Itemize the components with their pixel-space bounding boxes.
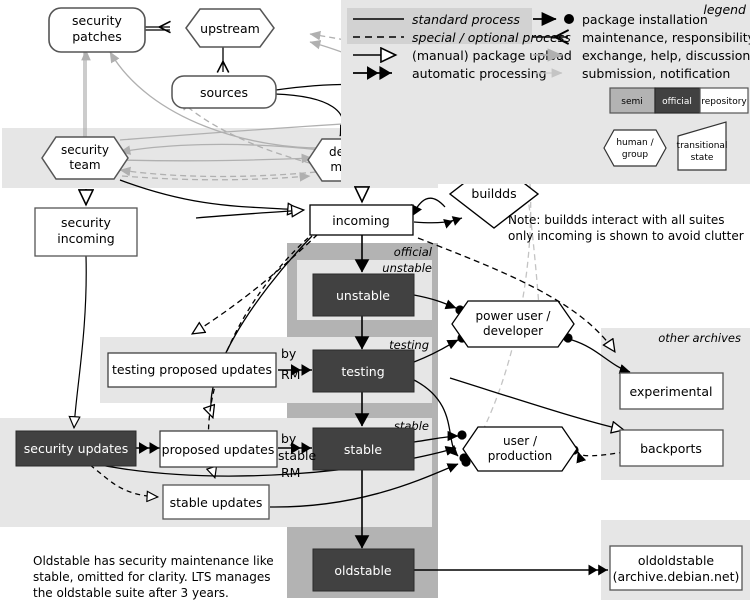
diagram-canvas: packaging official unstable testing stab… xyxy=(0,0,750,600)
node-oldoldstable-line1: oldoldstable xyxy=(638,553,715,568)
node-incoming[interactable]: incoming xyxy=(309,204,414,236)
legend-label-package-installation: package installation xyxy=(582,12,708,27)
region-official-label: official xyxy=(394,245,433,259)
note-buildds-line2: only incoming is shown to avoid clutter xyxy=(508,229,744,243)
node-security-updates-label: security updates xyxy=(24,441,128,456)
debian-package-flow-diagram: packaging official unstable testing stab… xyxy=(0,0,750,600)
node-security-team-line2: team xyxy=(69,158,100,172)
node-security-patches-line1: security xyxy=(72,13,123,28)
note-buildds: Note: buildds interact with all suites o… xyxy=(508,213,744,243)
label-by-rm-2: RM xyxy=(281,367,300,382)
note-oldstable-line3: the oldstable suite after 3 years. xyxy=(33,586,229,600)
node-testing-proposed-updates[interactable]: testing proposed updates xyxy=(107,352,277,388)
node-buildds-label: buildds xyxy=(471,186,516,201)
node-security-incoming-line2: incoming xyxy=(57,231,114,246)
node-oldoldstable-line2: (archive.debian.net) xyxy=(613,569,740,584)
node-oldstable-label: oldstable xyxy=(334,563,392,578)
note-oldstable-line1: Oldstable has security maintenance like xyxy=(33,554,274,568)
node-testing-label: testing xyxy=(341,364,384,379)
node-power-user-developer[interactable]: power user / developer xyxy=(451,300,575,348)
note-oldstable-line2: stable, omitted for clarity. LTS manages xyxy=(33,570,271,584)
legend-swatch-official-label: official xyxy=(662,97,692,107)
node-experimental-label: experimental xyxy=(630,384,713,399)
label-by-stable-rm-2: stable xyxy=(278,448,316,463)
node-experimental[interactable]: experimental xyxy=(619,372,724,410)
node-security-patches[interactable]: security patches xyxy=(48,7,146,53)
node-power-user-line1: power user / xyxy=(476,309,552,323)
node-backports[interactable]: backports xyxy=(619,429,724,467)
node-unstable-label: unstable xyxy=(336,288,390,303)
node-user-production[interactable]: user / production xyxy=(462,426,578,472)
node-incoming-label: incoming xyxy=(332,213,389,228)
node-stable-updates[interactable]: stable updates xyxy=(162,484,270,520)
node-testing-proposed-updates-label: testing proposed updates xyxy=(112,362,272,377)
legend-title: legend xyxy=(703,2,746,17)
legend-shape-human-group: human / group xyxy=(603,129,667,167)
legend-label-automatic-processing: automatic processing xyxy=(412,66,547,81)
note-oldstable: Oldstable has security maintenance like … xyxy=(33,554,274,600)
region-unstable-label: unstable xyxy=(382,261,432,275)
node-user-production-line1: user / xyxy=(503,434,538,448)
label-by-rm-1: by xyxy=(281,346,297,361)
label-by-stable-rm-3: RM xyxy=(281,465,300,480)
legend: legend standard process special / option… xyxy=(341,0,750,184)
node-oldstable[interactable]: oldstable xyxy=(312,548,415,592)
legend-swatches: semi official repository xyxy=(609,87,749,114)
node-upstream-label: upstream xyxy=(200,21,260,36)
node-oldoldstable[interactable]: oldoldstable (archive.debian.net) xyxy=(609,545,743,591)
node-unstable[interactable]: unstable xyxy=(312,273,415,317)
node-security-patches-line2: patches xyxy=(72,29,122,44)
node-security-team[interactable]: security team xyxy=(41,136,129,180)
legend-swatch-semi-label: semi xyxy=(621,97,643,107)
node-backports-label: backports xyxy=(640,441,702,456)
legend-swatch-repository-label: repository xyxy=(701,97,747,107)
legend-label-standard-process: standard process xyxy=(412,12,520,27)
node-stable-label: stable xyxy=(344,442,382,457)
legend-shape-human-group-line1: human / xyxy=(616,138,654,148)
node-security-team-line1: security xyxy=(61,143,109,157)
legend-shape-transitional-state-line1: transitional xyxy=(677,141,728,151)
node-security-incoming[interactable]: security incoming xyxy=(34,207,138,257)
node-stable-updates-label: stable updates xyxy=(170,495,263,510)
node-proposed-updates-label: proposed updates xyxy=(162,442,275,457)
node-power-user-line2: developer xyxy=(483,324,543,338)
legend-shape-transitional-state-line2: state xyxy=(691,153,714,163)
node-sources-label: sources xyxy=(200,85,248,100)
node-security-updates[interactable]: security updates xyxy=(15,430,137,467)
node-upstream[interactable]: upstream xyxy=(185,8,275,48)
legend-label-exchange-help-discussion: exchange, help, discussion xyxy=(582,48,750,63)
node-user-production-line2: production xyxy=(488,449,552,463)
node-proposed-updates[interactable]: proposed updates xyxy=(159,430,278,468)
legend-label-submission-notification: submission, notification xyxy=(582,66,730,81)
node-sources[interactable]: sources xyxy=(171,75,277,109)
label-by-stable-rm-1: by xyxy=(281,431,297,446)
node-stable[interactable]: stable xyxy=(312,427,415,471)
node-testing[interactable]: testing xyxy=(312,349,415,393)
node-security-incoming-line1: security xyxy=(61,215,112,230)
legend-label-maintenance-responsibility: maintenance, responsibility xyxy=(582,30,750,45)
note-buildds-line1: Note: buildds interact with all suites xyxy=(508,213,725,227)
region-other-archives-label: other archives xyxy=(658,331,741,345)
legend-shape-human-group-line2: group xyxy=(622,150,648,160)
